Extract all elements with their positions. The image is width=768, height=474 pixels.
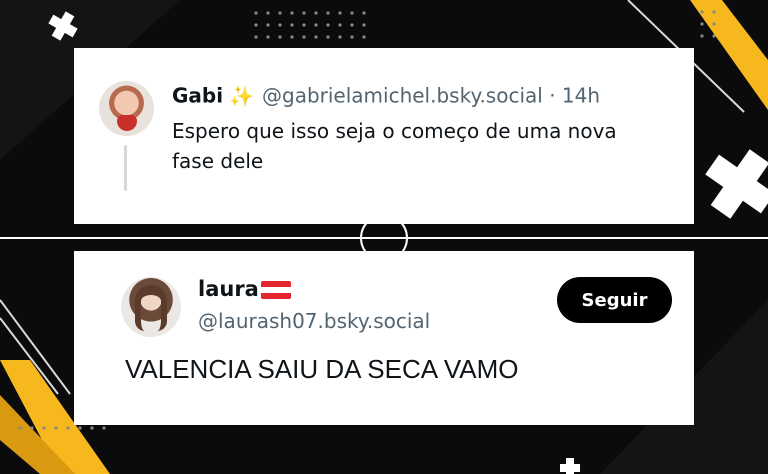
user-handle[interactable]: @laurash07.bsky.social bbox=[198, 309, 430, 333]
post-header: laura bbox=[198, 277, 291, 301]
user-handle[interactable]: @gabrielamichel.bsky.social bbox=[262, 84, 543, 108]
post-timestamp[interactable]: · 14h bbox=[549, 84, 600, 108]
plus-icon-small bbox=[560, 458, 580, 474]
follow-button[interactable]: Seguir bbox=[557, 277, 672, 323]
display-name[interactable]: laura bbox=[198, 277, 259, 301]
austria-flag-icon bbox=[260, 281, 291, 299]
post-text: VALENCIA SAIU DA SECA VAMO bbox=[125, 354, 519, 384]
display-name[interactable]: Gabi bbox=[172, 84, 223, 108]
plus-icon-large bbox=[705, 149, 768, 219]
avatar[interactable] bbox=[121, 277, 181, 337]
post-text: Espero que isso seja o começo de uma nov… bbox=[172, 119, 617, 173]
post-card-laura[interactable]: laura @laurash07.bsky.social Seguir VALE… bbox=[74, 251, 694, 425]
post-header: Gabi ✨ @gabrielamichel.bsky.social · 14h bbox=[172, 82, 600, 108]
avatar[interactable] bbox=[99, 81, 154, 136]
post-card-gabi[interactable]: Gabi ✨ @gabrielamichel.bsky.social · 14h E… bbox=[74, 48, 694, 224]
thread-line bbox=[124, 145, 127, 191]
yellow-stripe-top-right bbox=[690, 0, 768, 110]
sparkles-emoji: ✨ bbox=[229, 83, 254, 108]
